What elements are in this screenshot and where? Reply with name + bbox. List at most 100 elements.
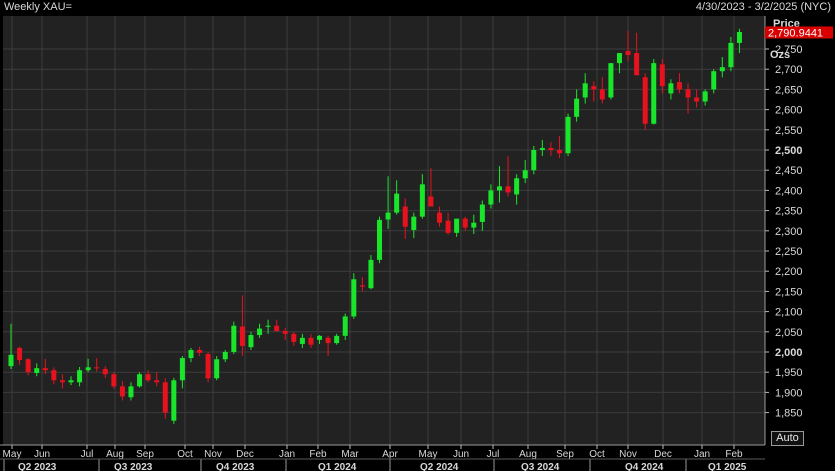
candle-body [8,354,14,367]
quarter-label: Q2 2023 [18,462,57,471]
last-price-value: 2,790.9441 [768,27,823,39]
month-label: Jul [81,449,94,460]
candle-body [454,218,460,233]
month-label: Jan [279,449,295,460]
y-tick-label: 1,950 [775,367,803,379]
y-tick-label: 2,400 [775,185,803,197]
candle-body [642,77,648,124]
candle-body [128,386,134,398]
quarter-label: Q1 2024 [318,462,357,471]
candle-body [676,82,682,90]
candle-body [445,220,451,233]
candle-body [239,326,245,346]
y-tick-label: 2,250 [775,246,803,258]
candle-body [419,184,425,217]
candle-body [102,368,108,375]
candle-body [265,325,271,327]
candle-body [514,178,520,195]
candlestick-chart[interactable]: Price Ozs 1,8501,9001,9502,0002,0502,100… [0,0,835,471]
candle-body [719,67,725,72]
y-tick-label: 2,150 [775,286,803,298]
month-label: Aug [106,449,124,460]
candle-up [368,255,374,290]
candle-up [171,377,177,424]
candle-body [222,352,228,360]
month-label: Nov [204,449,222,460]
candle-down [642,73,648,130]
auto-scale-button[interactable]: Auto [771,431,804,446]
candle-body [694,97,700,102]
candle-up [565,113,571,157]
month-label: Jul [487,449,500,460]
candle-body [274,325,280,331]
quarter-label: Q1 2025 [708,462,747,471]
candle-body [299,337,305,344]
candle-body [351,279,357,317]
candle-body [85,367,91,371]
candle-body [685,89,691,98]
candle-body [68,380,74,383]
month-label: Nov [619,449,637,460]
candle-body [77,370,83,383]
candle-body [668,83,674,94]
y-tick-label: 1,900 [775,387,803,399]
quarter-label: Q3 2023 [114,462,153,471]
candle-body [582,83,588,98]
candle-body [428,196,434,207]
candle-body [145,374,151,381]
candle-up [231,321,237,355]
candle-body [231,325,237,352]
candle-body [59,380,65,383]
y-tick-label: 2,350 [775,206,803,218]
candle-body [591,86,597,90]
candle-body [325,337,331,344]
candle-body [334,335,340,344]
quarter-label: Q4 2023 [216,462,255,471]
month-label: Feb [309,449,327,460]
candle-body [368,259,374,289]
candle-body [599,89,605,100]
y-tick-label: 2,200 [775,266,803,278]
last-price-tag: 2,790.9441 [765,26,833,39]
candle-body [462,218,468,228]
candle-body [651,63,657,124]
month-label: Apr [382,449,398,460]
month-label: Oct [589,449,605,460]
y-tick-label: 2,550 [775,125,803,137]
candle-body [608,63,614,98]
candle-body [51,370,57,381]
month-label: Aug [519,449,537,460]
candle-up [214,356,220,381]
y-tick-label: 2,450 [775,165,803,177]
month-label: Sep [556,449,574,460]
candle-body [548,147,554,150]
month-label: Feb [725,449,743,460]
candle-body [702,91,708,102]
quarter-label: Q3 2024 [521,462,560,471]
candle-body [34,368,40,374]
y-tick-label: 2,000 [775,347,803,359]
candle-body [711,71,717,90]
candle-up [608,63,614,100]
candle-body [556,150,562,154]
candle-body [317,335,323,340]
candle-body [359,285,365,287]
candle-body [565,116,571,154]
candle-body [728,42,734,68]
candle-body [402,206,408,227]
quarter-label: Q2 2024 [420,462,459,471]
candle-up [651,59,657,125]
quarter-label: Q4 2024 [625,462,664,471]
y-tick-label: 2,050 [775,327,803,339]
y-tick-label: 1,850 [775,408,803,420]
month-label: Dec [654,449,672,460]
candle-body [214,359,220,379]
candle-body [479,204,485,222]
y-tick-label: 2,700 [775,64,803,76]
y-tick-label: 2,600 [775,105,803,117]
candle-body [522,170,528,179]
candle-body [197,349,203,353]
y-tick-label: 2,100 [775,307,803,319]
candle-body [531,150,537,171]
candle-up [531,145,537,175]
